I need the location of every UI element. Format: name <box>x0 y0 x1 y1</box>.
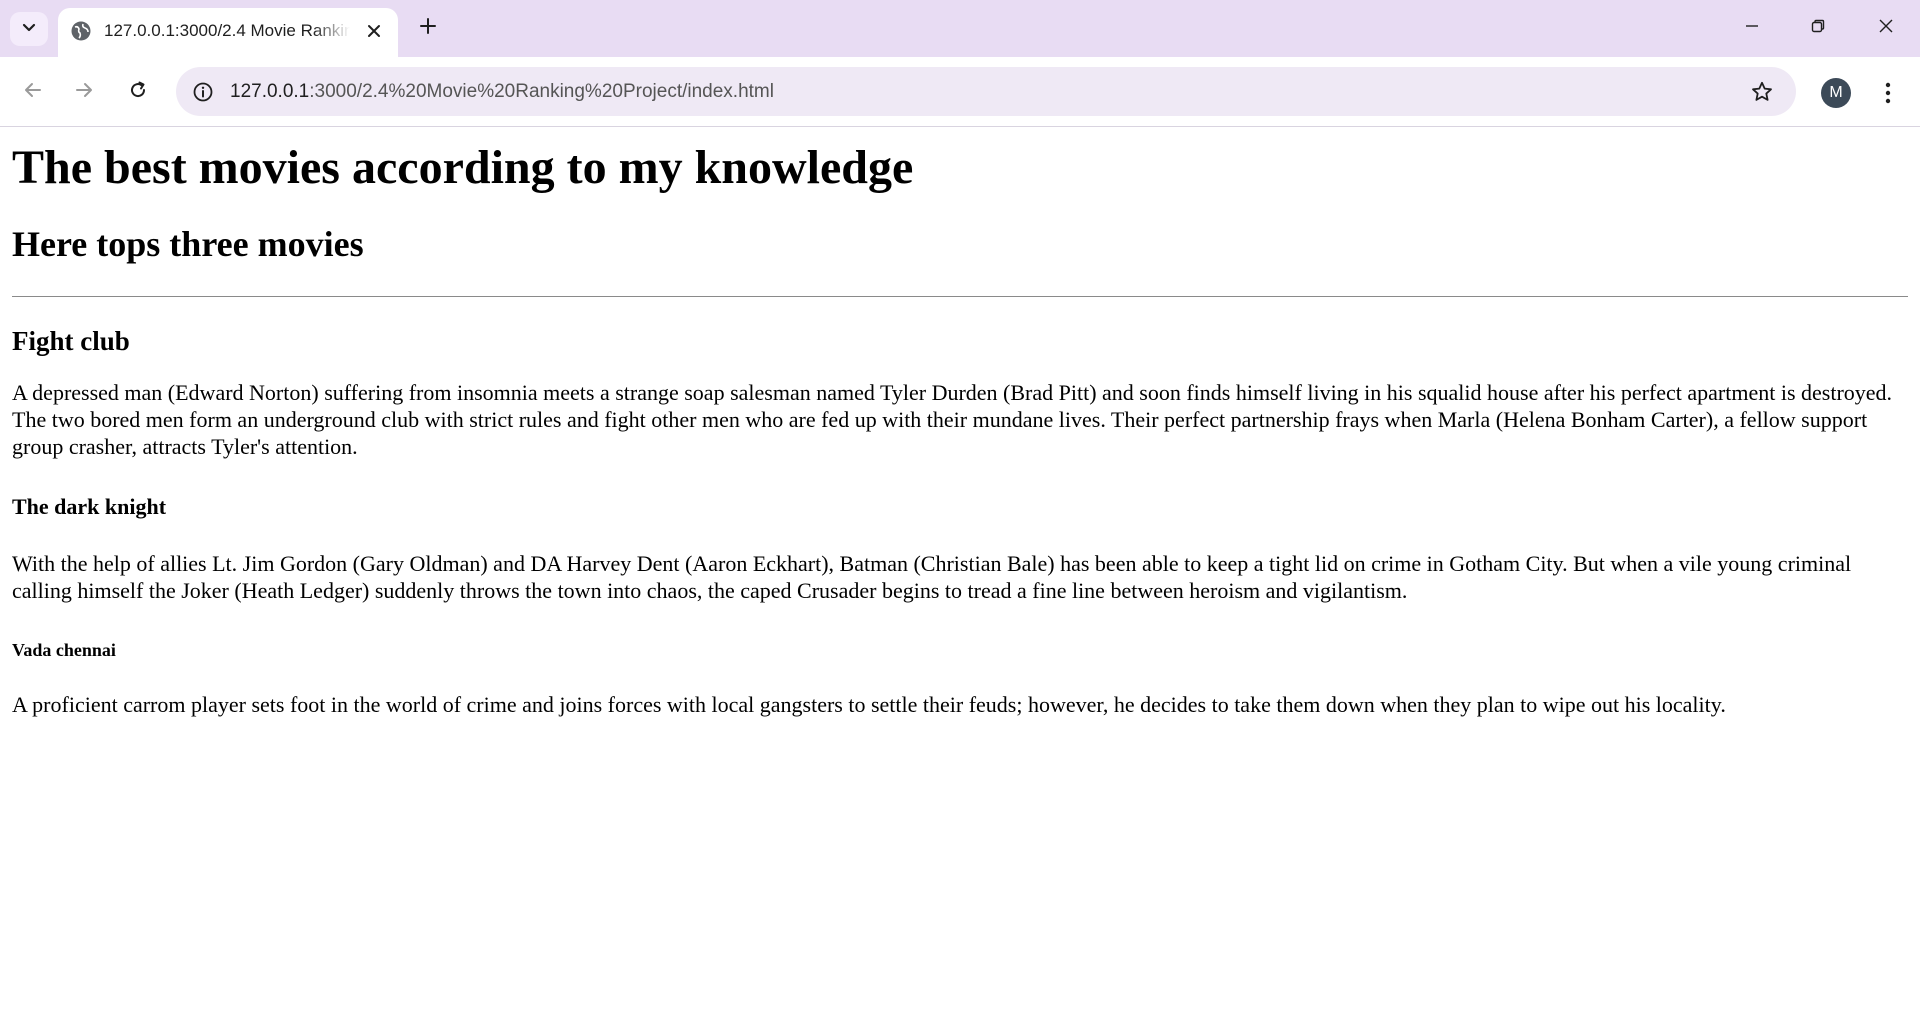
globe-icon <box>70 20 92 42</box>
movie-title-3: Vada chennai <box>12 640 116 660</box>
reload-icon <box>128 80 148 105</box>
movie-description-3: A proficient carrom player sets foot in … <box>12 692 1726 717</box>
restore-icon <box>1810 18 1826 39</box>
movie-title-1: Fight club <box>12 326 130 356</box>
page-title: The best movies according to my knowledg… <box>12 141 914 194</box>
star-icon[interactable] <box>1748 78 1776 106</box>
close-icon[interactable] <box>362 19 386 43</box>
url-host: 127.0.0.1 <box>230 81 310 102</box>
avatar[interactable]: M <box>1821 78 1851 108</box>
movie-description-2: With the help of allies Lt. Jim Gordon (… <box>12 551 1852 603</box>
chevron-down-icon <box>22 20 36 38</box>
page-viewport: The best movies according to my knowledg… <box>0 127 1920 1020</box>
movie-description-1: A depressed man (Edward Norton) sufferin… <box>12 380 1893 459</box>
minimize-icon <box>1744 18 1760 39</box>
close-icon <box>1878 18 1894 39</box>
forward-button[interactable] <box>67 75 101 109</box>
page-subtitle: Here tops three movies <box>12 224 364 264</box>
plus-icon <box>419 17 437 40</box>
page-content: The best movies according to my knowledg… <box>12 141 1908 718</box>
kebab-menu-icon[interactable] <box>1874 77 1902 109</box>
browser-tab-active[interactable]: 127.0.0.1:3000/2.4 Movie Ranking Project <box>58 8 398 57</box>
movie-title-2: The dark knight <box>12 494 167 519</box>
address-bar[interactable]: 127.0.0.1:3000/2.4%20Movie%20Ranking%20P… <box>176 67 1796 116</box>
tab-search-button[interactable] <box>10 12 48 46</box>
back-button[interactable] <box>16 75 50 109</box>
info-icon[interactable] <box>190 79 216 105</box>
window-close-button[interactable] <box>1858 6 1914 50</box>
url-text[interactable]: 127.0.0.1:3000/2.4%20Movie%20Ranking%20P… <box>230 80 774 104</box>
browser-toolbar: 127.0.0.1:3000/2.4%20Movie%20Ranking%20P… <box>0 57 1920 127</box>
window-minimize-button[interactable] <box>1724 6 1780 50</box>
window-restore-button[interactable] <box>1790 6 1846 50</box>
tab-title: 127.0.0.1:3000/2.4 Movie Ranking Project <box>104 21 350 40</box>
arrow-left-icon <box>23 80 43 105</box>
reload-button[interactable] <box>121 75 155 109</box>
new-tab-button[interactable] <box>414 13 442 43</box>
arrow-right-icon <box>74 80 94 105</box>
tab-strip: 127.0.0.1:3000/2.4 Movie Ranking Project <box>0 0 1920 57</box>
divider <box>12 296 1908 297</box>
url-path: :3000/2.4%20Movie%20Ranking%20Project/in… <box>309 81 774 102</box>
